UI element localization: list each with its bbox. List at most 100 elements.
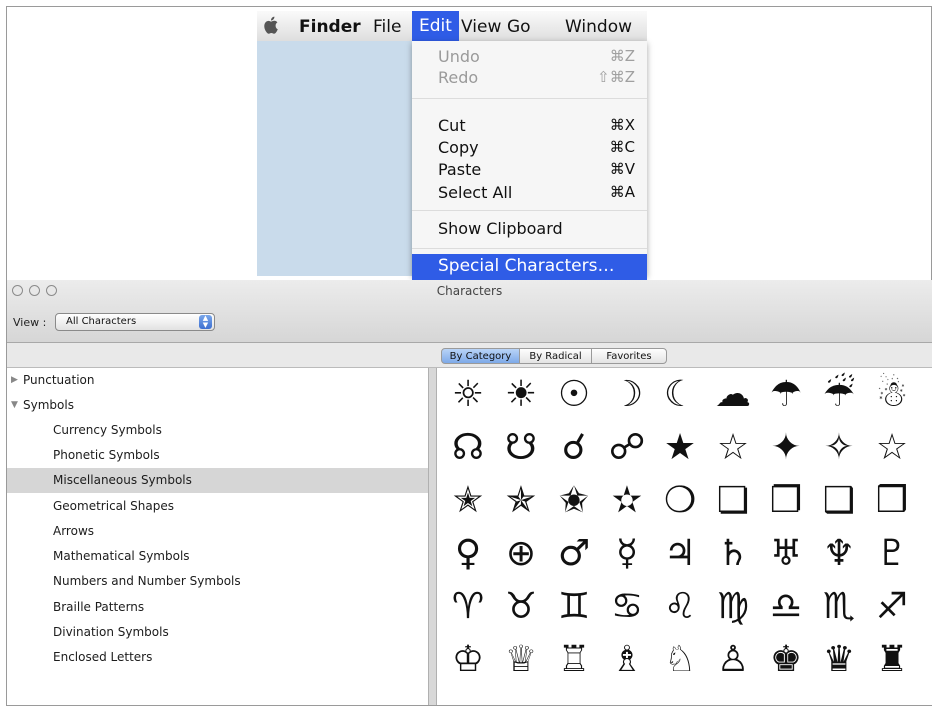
menu-finder[interactable]: Finder xyxy=(299,17,361,37)
category-label: Punctuation xyxy=(23,373,95,387)
character-cell[interactable]: ☂ xyxy=(762,371,810,419)
character-cell[interactable]: ♊ xyxy=(550,583,598,631)
character-cell[interactable]: ❏ xyxy=(709,477,757,525)
category-enclosed-letters[interactable]: Enclosed Letters xyxy=(7,645,428,670)
character-cell[interactable]: ♈ xyxy=(444,583,492,631)
menu-file[interactable]: File xyxy=(373,17,401,37)
shortcut-cut: ⌘X xyxy=(609,116,635,134)
character-cell[interactable]: ☊ xyxy=(444,424,492,472)
character-cell[interactable]: ♄ xyxy=(709,530,757,578)
edit-menu-dropdown: Undo ⌘Z Redo ⇧⌘Z Cut ⌘X Copy ⌘C Paste ⌘V… xyxy=(412,41,647,280)
shortcut-select-all: ⌘A xyxy=(609,183,635,201)
character-cell[interactable]: ♕ xyxy=(497,636,545,684)
category-phonetic-symbols[interactable]: Phonetic Symbols xyxy=(7,443,428,468)
character-cell[interactable]: ☌ xyxy=(550,424,598,472)
category-miscellaneous-symbols[interactable]: Miscellaneous Symbols xyxy=(7,468,428,493)
character-cell[interactable]: ♗ xyxy=(603,636,651,684)
character-cell[interactable]: ♜ xyxy=(868,636,916,684)
character-cell[interactable]: ☋ xyxy=(497,424,545,472)
menu-item-redo[interactable]: Redo xyxy=(438,68,478,87)
character-cell[interactable]: ☔ xyxy=(815,371,863,419)
character-cell[interactable]: ♘ xyxy=(656,636,704,684)
category-label: Geometrical Shapes xyxy=(53,499,174,513)
character-cell[interactable]: ☉ xyxy=(550,371,598,419)
character-cell[interactable]: ♇ xyxy=(868,530,916,578)
view-select[interactable]: All Characters ▲ ▼ xyxy=(55,313,215,331)
character-cell[interactable]: ❐ xyxy=(762,477,810,525)
category-divination-symbols[interactable]: Divination Symbols xyxy=(7,620,428,645)
category-label: Enclosed Letters xyxy=(53,650,153,664)
menu-item-paste[interactable]: Paste xyxy=(438,160,481,179)
menu-item-undo[interactable]: Undo xyxy=(438,47,480,66)
character-cell[interactable]: ☆ xyxy=(868,424,916,472)
category-symbols[interactable]: ▼ Symbols xyxy=(7,393,428,418)
menu-item-cut[interactable]: Cut xyxy=(438,116,466,135)
character-cell[interactable]: ♙ xyxy=(709,636,757,684)
character-cell[interactable]: ♔ xyxy=(444,636,492,684)
menu-item-special-characters-label: Special Characters… xyxy=(438,256,615,276)
apple-menu-icon[interactable] xyxy=(263,15,281,35)
character-cell[interactable]: ✭ xyxy=(444,477,492,525)
category-mathematical-symbols[interactable]: Mathematical Symbols xyxy=(7,544,428,569)
character-cell[interactable]: ☼ xyxy=(444,371,492,419)
menu-window[interactable]: Window xyxy=(565,17,632,37)
character-cell[interactable]: ❍ xyxy=(656,477,704,525)
character-cell[interactable]: ♖ xyxy=(550,636,598,684)
character-cell[interactable]: ☆ xyxy=(709,424,757,472)
menu-view[interactable]: View xyxy=(461,17,501,37)
character-cell[interactable]: ☽ xyxy=(603,371,651,419)
category-numbers[interactable]: Numbers and Number Symbols xyxy=(7,569,428,594)
character-cell[interactable]: ☁ xyxy=(709,371,757,419)
character-cell[interactable]: ☾ xyxy=(656,371,704,419)
character-cell[interactable]: ♂ xyxy=(550,530,598,578)
category-label: Divination Symbols xyxy=(53,625,169,639)
character-cell[interactable]: ⊕ xyxy=(497,530,545,578)
category-label: Symbols xyxy=(23,398,74,412)
menu-edit[interactable]: Edit xyxy=(412,11,459,41)
category-arrows[interactable]: Arrows xyxy=(7,519,428,544)
character-cell[interactable]: ♆ xyxy=(815,530,863,578)
category-currency-symbols[interactable]: Currency Symbols xyxy=(7,418,428,443)
character-cell[interactable]: ★ xyxy=(656,424,704,472)
character-cell[interactable]: ☀ xyxy=(497,371,545,419)
character-cell[interactable]: ❒ xyxy=(868,477,916,525)
category-braille-patterns[interactable]: Braille Patterns xyxy=(7,595,428,620)
tab-favorites[interactable]: Favorites xyxy=(591,348,667,364)
tab-by-category[interactable]: By Category xyxy=(441,348,520,364)
character-cell[interactable]: ♋ xyxy=(603,583,651,631)
character-cell[interactable]: ♅ xyxy=(762,530,810,578)
character-cell[interactable]: ✬ xyxy=(550,477,598,525)
character-cell[interactable]: ♏ xyxy=(815,583,863,631)
tab-by-radical[interactable]: By Radical xyxy=(519,348,592,364)
character-cell[interactable]: ✧ xyxy=(815,424,863,472)
category-label: Braille Patterns xyxy=(53,600,145,614)
character-cell[interactable]: ♛ xyxy=(815,636,863,684)
character-cell[interactable]: ♎ xyxy=(762,583,810,631)
character-cell[interactable]: ♉ xyxy=(497,583,545,631)
shortcut-copy: ⌘C xyxy=(609,138,635,156)
character-cell[interactable]: ♃ xyxy=(656,530,704,578)
disclosure-down-icon[interactable]: ▼ xyxy=(11,400,18,410)
shortcut-paste: ⌘V xyxy=(609,160,635,178)
character-cell[interactable]: ♀ xyxy=(444,530,492,578)
character-cell[interactable]: ✯ xyxy=(497,477,545,525)
menu-item-special-characters[interactable]: Special Characters… xyxy=(412,254,647,280)
menu-item-select-all[interactable]: Select All xyxy=(438,183,512,202)
character-cell[interactable]: ♍ xyxy=(709,583,757,631)
disclosure-right-icon[interactable]: ▶ xyxy=(11,375,18,385)
character-cell[interactable]: ✦ xyxy=(762,424,810,472)
character-cell[interactable]: ✫ xyxy=(603,477,651,525)
character-cell[interactable]: ❑ xyxy=(815,477,863,525)
character-cell[interactable]: ☍ xyxy=(603,424,651,472)
character-cell[interactable]: ♐ xyxy=(868,583,916,631)
character-cell[interactable]: ☿ xyxy=(603,530,651,578)
character-cell[interactable]: ♌ xyxy=(656,583,704,631)
character-cell[interactable]: ☃ xyxy=(868,371,916,419)
category-punctuation[interactable]: ▶ Punctuation xyxy=(7,368,428,393)
menu-go[interactable]: Go xyxy=(507,17,531,37)
category-geometrical-shapes[interactable]: Geometrical Shapes xyxy=(7,494,428,519)
menu-item-show-clipboard[interactable]: Show Clipboard xyxy=(438,219,563,238)
split-view-divider[interactable] xyxy=(428,368,437,705)
menu-item-copy[interactable]: Copy xyxy=(438,138,479,157)
character-cell[interactable]: ♚ xyxy=(762,636,810,684)
